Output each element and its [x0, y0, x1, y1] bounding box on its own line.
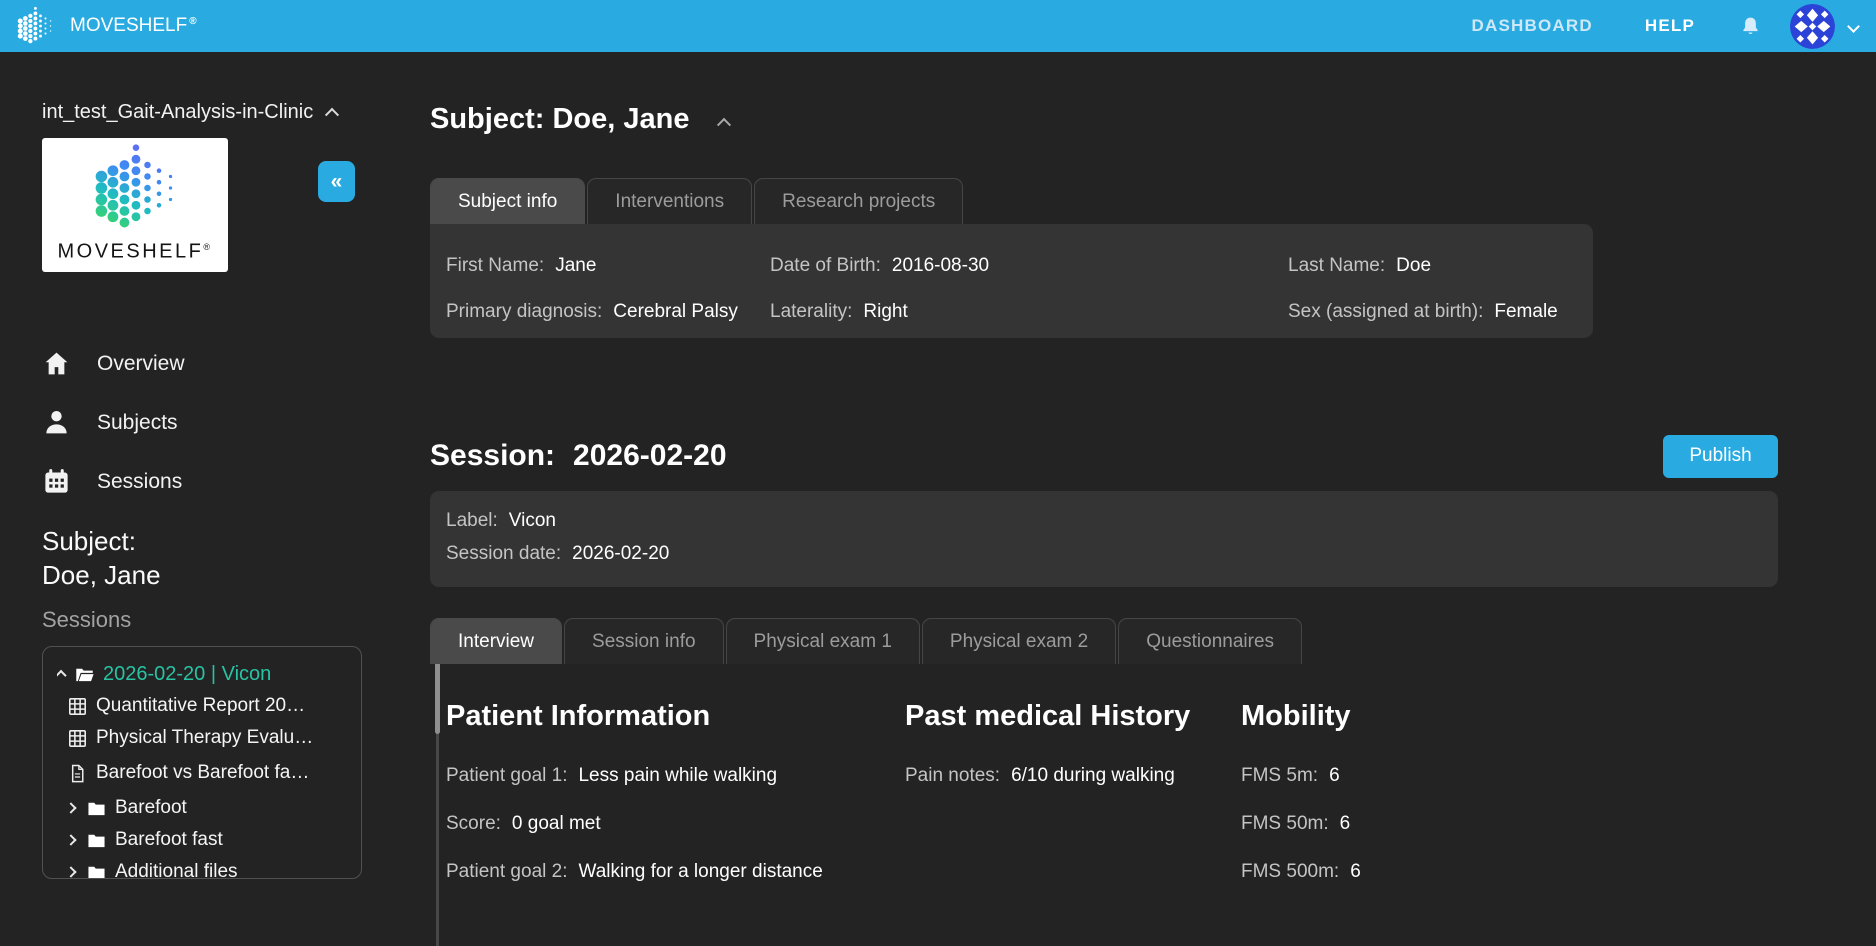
- tab-research-projects[interactable]: Research projects: [754, 178, 963, 224]
- chevron-right-icon[interactable]: [67, 802, 77, 813]
- chevron-up-icon[interactable]: [57, 670, 67, 681]
- subject-tabs: Subject info Interventions Research proj…: [430, 178, 1778, 224]
- project-name: int_test_Gait-Analysis-in-Clinic: [42, 100, 313, 124]
- chevron-right-icon[interactable]: [67, 866, 77, 877]
- patient-information-column: Patient Information Patient goal 1:Less …: [446, 701, 905, 908]
- brand[interactable]: MOVESHELF®: [14, 5, 197, 47]
- user-avatar[interactable]: [1790, 4, 1835, 49]
- collapse-sidebar-button[interactable]: «: [318, 161, 355, 202]
- tab-interview[interactable]: Interview: [430, 618, 562, 664]
- nav-dashboard[interactable]: DASHBOARD: [1472, 16, 1593, 36]
- tree-item-quantitative-report[interactable]: Quantitative Report 20…: [67, 690, 355, 722]
- calendar-icon: [42, 467, 71, 496]
- session-tabs: Interview Session info Physical exam 1 P…: [430, 618, 1778, 664]
- field-session-date: Session date:2026-02-20: [446, 537, 1762, 570]
- sidebar: int_test_Gait-Analysis-in-Clinic MOVESHE…: [0, 52, 430, 946]
- logo-wordmark: MOVESHELF®: [58, 236, 213, 263]
- table-icon: [67, 696, 88, 717]
- tree-folder-barefoot-fast[interactable]: Barefoot fast: [67, 824, 355, 856]
- top-bar: MOVESHELF® DASHBOARD HELP: [0, 0, 1876, 52]
- field-pain-notes: Pain notes:6/10 during walking: [905, 764, 1241, 788]
- tree-item-physical-therapy-evaluation[interactable]: Physical Therapy Evalu…: [67, 722, 355, 754]
- account-chevron-down-icon[interactable]: [1847, 20, 1860, 33]
- column-heading: Patient Information: [446, 701, 905, 731]
- publish-button[interactable]: Publish: [1663, 435, 1778, 478]
- project-selector[interactable]: int_test_Gait-Analysis-in-Clinic: [42, 100, 394, 124]
- tab-session-info[interactable]: Session info: [564, 618, 724, 664]
- field-patient-goal-2: Patient goal 2:Walking for a longer dist…: [446, 860, 826, 884]
- sidebar-subject-name: Doe, Jane: [42, 558, 430, 592]
- mobility-column: Mobility FMS 5m:6 FMS 50m:6 FMS 500m:6: [1241, 701, 1778, 908]
- column-heading: Mobility: [1241, 701, 1778, 731]
- sidebar-item-sessions[interactable]: Sessions: [42, 452, 430, 511]
- past-medical-history-column: Past medical History Pain notes:6/10 dur…: [905, 701, 1241, 908]
- tab-physical-exam-2[interactable]: Physical exam 2: [922, 618, 1116, 664]
- table-icon: [67, 728, 88, 749]
- folder-icon: [86, 830, 107, 851]
- sidebar-nav: Overview Subjects: [42, 334, 430, 511]
- interview-content: Patient Information Patient goal 1:Less …: [430, 701, 1778, 908]
- field-score: Score:0 goal met: [446, 812, 826, 836]
- tree-session-2026-02-20-vicon[interactable]: 2026-02-20 | Vicon: [57, 658, 355, 690]
- moveshelf-app: MOVESHELF® DASHBOARD HELP: [0, 0, 1876, 946]
- open-folder-icon: [74, 664, 95, 685]
- notifications-bell-icon[interactable]: [1739, 15, 1762, 38]
- folder-icon: [86, 798, 107, 819]
- main-content: Subject: Doe, Jane Subject info Interven…: [430, 52, 1876, 946]
- collapse-subject-chevron-icon[interactable]: [717, 118, 731, 132]
- avatar-identicon: [1790, 4, 1835, 49]
- subject-info-panel: First Name:Jane Date of Birth:2016-08-30…: [430, 224, 1593, 338]
- project-chevron-up-icon[interactable]: [325, 108, 339, 122]
- tree-folder-additional-files[interactable]: Additional files: [67, 856, 355, 879]
- field-laterality: Laterality:Right: [770, 300, 1288, 324]
- tree-folder-barefoot[interactable]: Barefoot: [67, 792, 355, 824]
- field-patient-goal-1: Patient goal 1:Less pain while walking: [446, 764, 826, 788]
- session-info-panel: Label:Vicon Session date:2026-02-20: [430, 491, 1778, 587]
- field-primary-diagnosis: Primary diagnosis:Cerebral Palsy: [446, 300, 770, 324]
- moveshelf-logo-color-icon: [87, 140, 183, 236]
- subject-title-row: Subject: Doe, Jane: [430, 102, 1778, 136]
- sidebar-item-subjects[interactable]: Subjects: [42, 393, 430, 452]
- document-icon: [67, 763, 88, 784]
- chevron-right-icon[interactable]: [67, 834, 77, 845]
- tab-interventions[interactable]: Interventions: [587, 178, 752, 224]
- sidebar-item-overview[interactable]: Overview: [42, 334, 430, 393]
- tab-physical-exam-1[interactable]: Physical exam 1: [726, 618, 920, 664]
- session-date-value: 2026-02-20: [573, 439, 726, 472]
- session-title: Session:2026-02-20: [430, 439, 727, 473]
- column-heading: Past medical History: [905, 701, 1241, 731]
- sidebar-subject-heading: Subject: Doe, Jane: [42, 524, 430, 592]
- field-fms-5m: FMS 5m:6: [1241, 764, 1621, 788]
- field-date-of-birth: Date of Birth:2016-08-30: [770, 254, 1288, 278]
- field-sex-assigned-at-birth: Sex (assigned at birth):Female: [1288, 300, 1577, 324]
- tree-item-barefoot-vs-barefoot-fast[interactable]: Barefoot vs Barefoot fa…: [67, 757, 355, 789]
- field-fms-50m: FMS 50m:6: [1241, 812, 1621, 836]
- person-icon: [42, 408, 71, 437]
- field-first-name: First Name:Jane: [446, 254, 770, 278]
- sessions-section-label: Sessions: [42, 607, 430, 633]
- field-session-label: Label:Vicon: [446, 504, 1762, 537]
- subject-page-title: Subject: Doe, Jane: [430, 102, 689, 136]
- page-body: int_test_Gait-Analysis-in-Clinic MOVESHE…: [0, 52, 1876, 946]
- tab-subject-info[interactable]: Subject info: [430, 178, 585, 224]
- top-nav: DASHBOARD HELP: [1472, 4, 1858, 49]
- session-header: Session:2026-02-20 Publish: [430, 434, 1778, 478]
- folder-icon: [86, 862, 107, 880]
- brand-text: MOVESHELF®: [70, 15, 197, 37]
- field-last-name: Last Name:Doe: [1288, 254, 1577, 278]
- registered-mark: ®: [189, 16, 196, 27]
- field-fms-500m: FMS 500m:6: [1241, 860, 1621, 884]
- sessions-tree: 2026-02-20 | Vicon Quantitative Report 2…: [42, 646, 362, 879]
- project-logo-card: MOVESHELF®: [42, 138, 228, 272]
- nav-help[interactable]: HELP: [1645, 16, 1695, 36]
- moveshelf-logo-icon: [14, 5, 56, 47]
- tab-questionnaires[interactable]: Questionnaires: [1118, 618, 1302, 664]
- home-icon: [42, 349, 71, 378]
